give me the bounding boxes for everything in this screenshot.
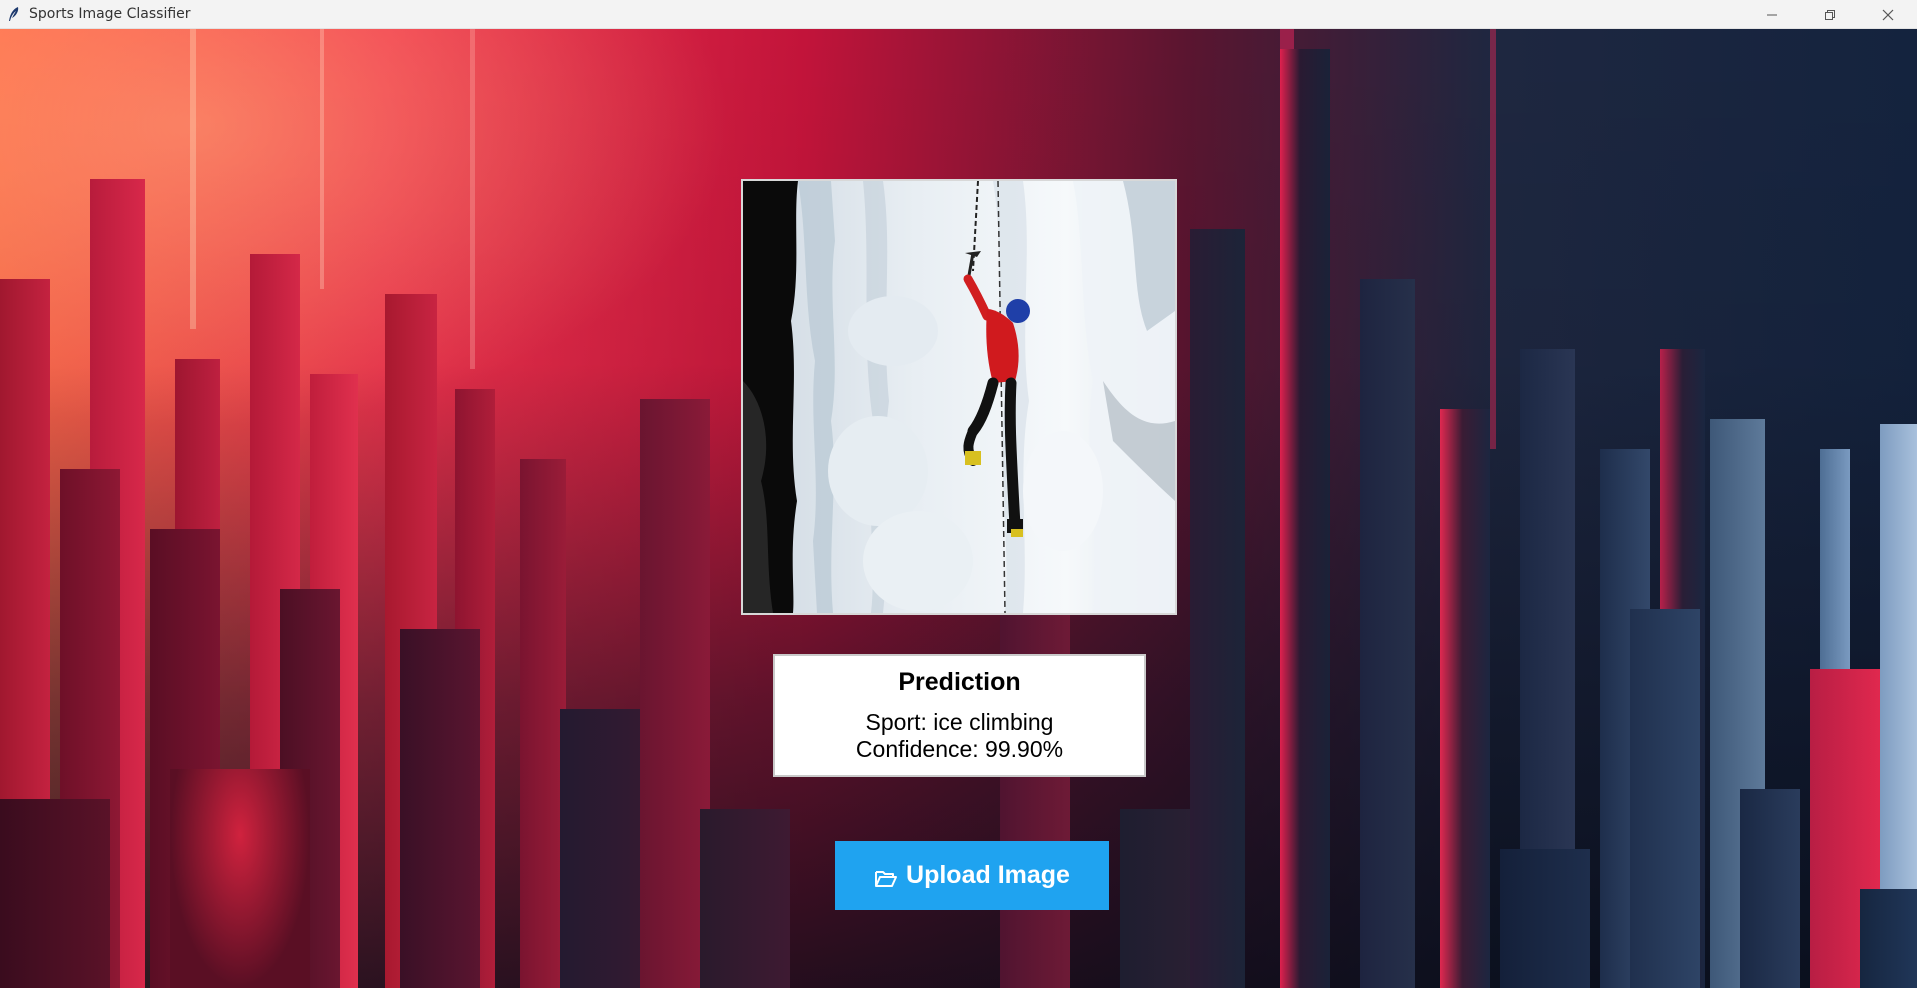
minimize-icon [1766,9,1778,21]
pillar [1860,889,1917,988]
pillar [1630,609,1700,988]
window-controls [1743,0,1917,29]
feather-icon [6,6,22,22]
light-streak [320,29,324,289]
pillar [1360,279,1415,988]
prediction-confidence: Confidence: 99.90% [855,736,1064,762]
pillar [1740,789,1800,988]
close-button[interactable] [1859,0,1917,29]
prediction-title: Prediction [898,668,1021,696]
folder-open-icon [874,868,898,888]
ice-climber-photo [743,181,1175,613]
pillar [1500,849,1590,988]
predicted-sport: Sport: ice climbing [865,709,1054,735]
light-streak [190,29,196,329]
app-window: Sports Image Classifier Prediction Sport… [0,0,1917,988]
pillar [1190,229,1245,988]
title-bar: Sports Image Classifier [0,0,1917,29]
restore-icon [1824,9,1836,21]
window-title: Sports Image Classifier [29,6,191,22]
upload-image-button[interactable]: Upload Image [835,841,1109,910]
close-icon [1882,9,1894,21]
minimize-button[interactable] [1743,0,1801,29]
pillar [1280,49,1330,988]
prediction-panel: Prediction Sport: ice climbing Confidenc… [773,654,1146,777]
pillar [400,629,480,988]
pillar [700,809,790,988]
light-streak [1490,29,1496,449]
pillar [0,799,110,988]
light-streak [470,29,475,369]
maximize-button[interactable] [1801,0,1859,29]
pillar [1440,409,1490,988]
pillar [170,769,310,988]
image-preview [741,179,1177,615]
upload-button-label: Upload Image [906,861,1070,889]
